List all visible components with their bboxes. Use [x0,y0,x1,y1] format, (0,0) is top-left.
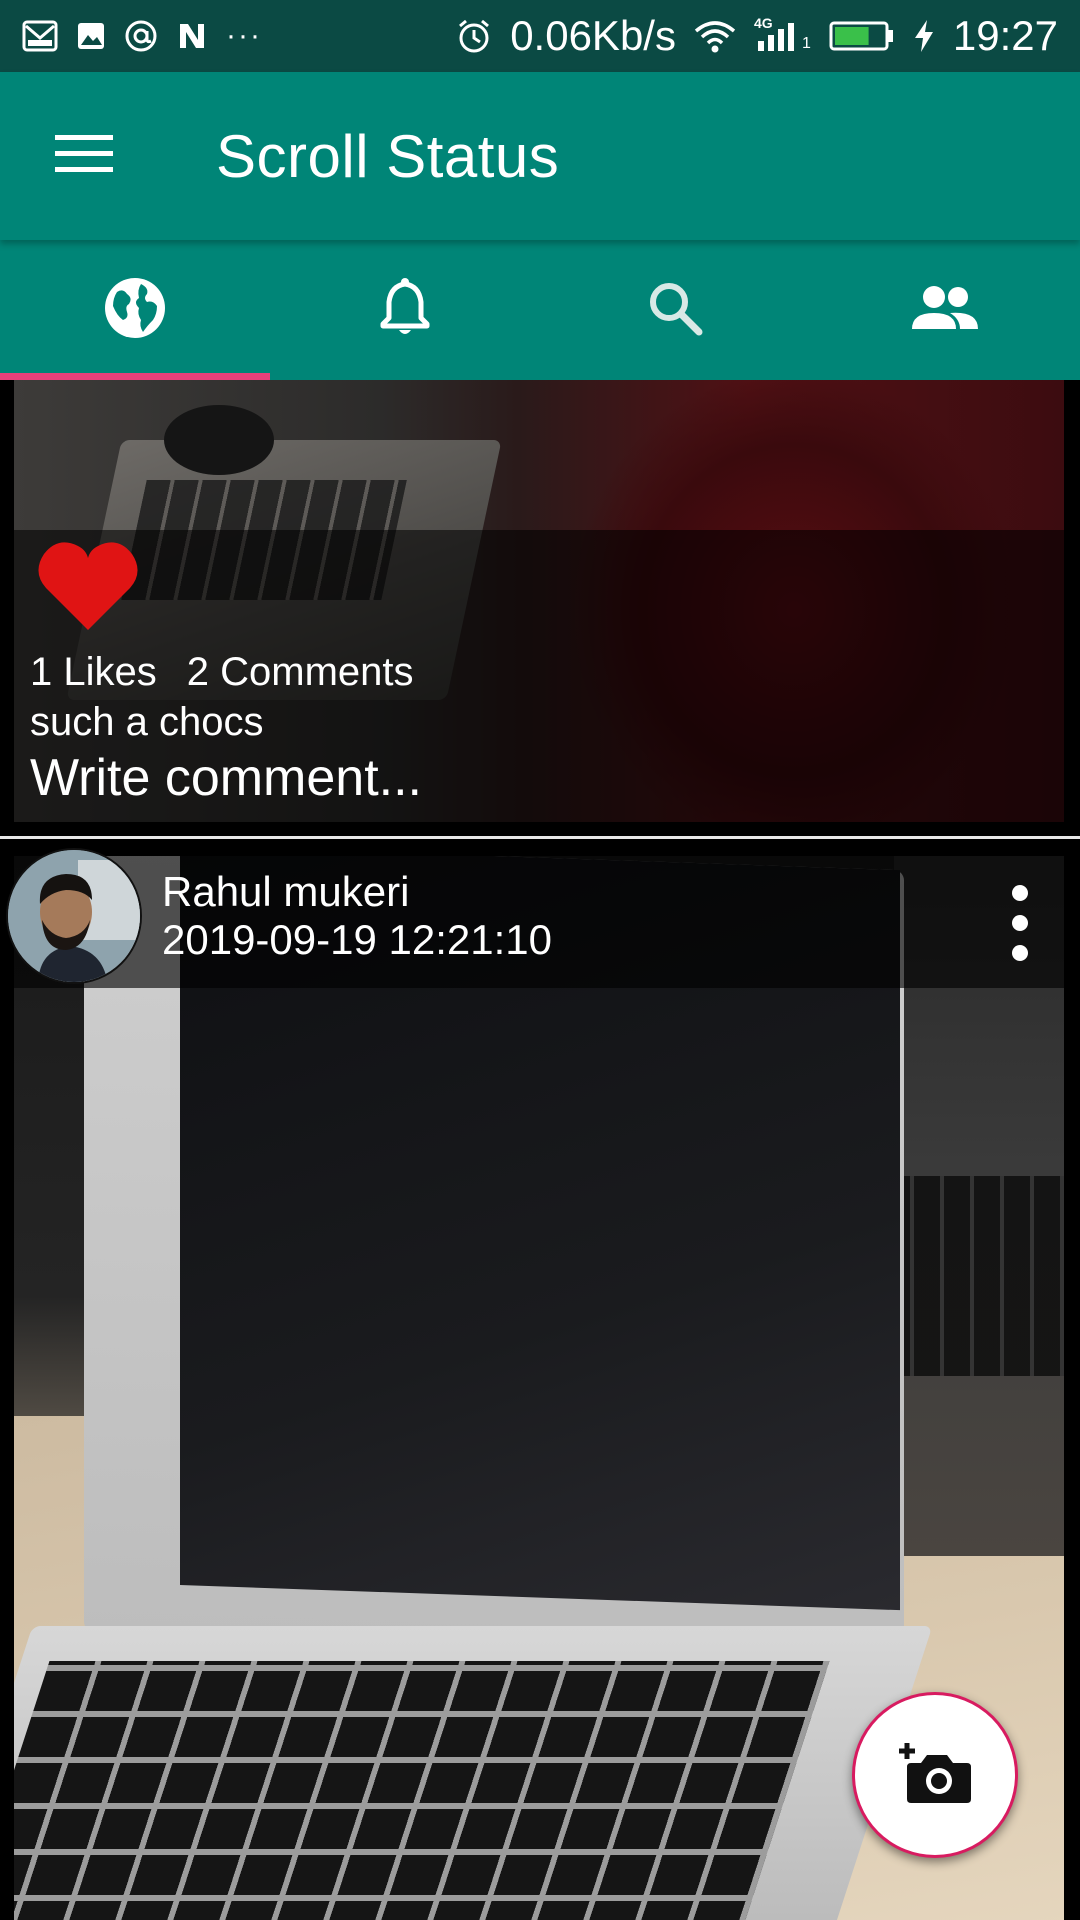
avatar[interactable] [6,848,142,984]
search-icon [647,280,703,341]
more-notifications-icon: ··· [226,19,262,52]
app-bar: Scroll Status [0,72,1080,240]
more-vert-icon [1012,885,1028,901]
hamburger-icon [55,133,113,180]
post-timestamp: 2019-09-19 12:21:10 [162,916,552,963]
like-button[interactable] [36,538,146,638]
status-bar: ··· 0.06Kb/s 4G 1 19:27 [0,0,1080,72]
people-icon [910,285,980,336]
image-icon [76,21,106,51]
battery-icon [829,20,895,52]
menu-button[interactable] [34,106,134,206]
add-photo-button[interactable] [852,1692,1018,1858]
tab-bar [0,240,1080,380]
status-feed[interactable]: 1 Likes 2 Comments such a chocs Write co… [0,380,1080,1920]
tab-world[interactable] [0,240,270,380]
signal-icon: 4G 1 [753,15,811,52]
tab-notifications[interactable] [270,240,540,380]
tab-search[interactable] [540,240,810,380]
at-icon [124,19,158,53]
tab-people[interactable] [810,240,1080,380]
alarm-icon [456,18,492,54]
mail-icon [22,20,58,52]
globe-icon [103,276,167,345]
wifi-icon [694,19,736,53]
post-author[interactable]: Rahul mukeri [162,868,409,916]
comments-count[interactable]: 2 Comments [187,650,414,695]
network-speed: 0.06Kb/s [510,12,676,59]
charging-icon [913,18,935,54]
likes-count[interactable]: 1 Likes [30,650,157,695]
heart-icon [36,542,140,636]
write-comment-button[interactable]: Write comment... [30,748,422,808]
post-card: 1 Likes 2 Comments such a chocs Write co… [14,380,1064,822]
post-caption: such a chocs [30,700,264,744]
n-app-icon [176,20,208,52]
add-photo-icon [897,1741,973,1810]
app-title: Scroll Status [216,122,560,190]
bell-icon [379,277,431,343]
more-options-button[interactable] [990,878,1050,968]
clock: 19:27 [952,12,1058,59]
post-divider [0,836,1080,839]
